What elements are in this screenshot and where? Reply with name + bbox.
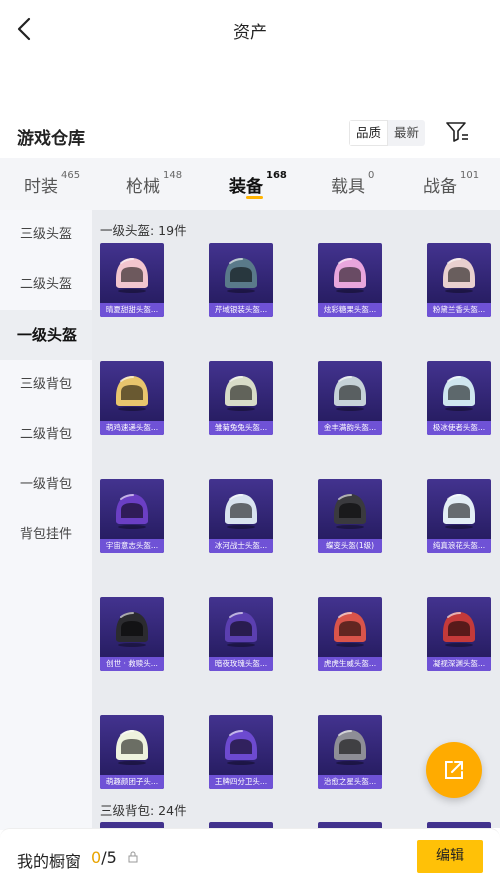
item-name: 创世 · 救赎头... — [100, 657, 164, 671]
filter-icon[interactable] — [445, 120, 469, 144]
sidebar-item-level2-backpack[interactable]: 二级背包 — [0, 410, 92, 460]
item-card[interactable]: 萌鸡速递头盔... — [100, 361, 164, 435]
section-header: 游戏仓库 品质 最新 — [0, 116, 500, 156]
helmet-icon — [443, 376, 475, 411]
helmet-icon — [116, 494, 148, 529]
item-card[interactable]: 粉黛兰香头盔... — [427, 243, 491, 317]
helmet-icon — [443, 494, 475, 529]
sort-newest-button[interactable]: 最新 — [388, 120, 425, 146]
item-name: 芹域银装头盔... — [209, 303, 273, 317]
item-name: 凝视深渊头盔... — [427, 657, 491, 671]
item-name: 治愈之星头盔... — [318, 775, 382, 789]
item-card[interactable]: 治愈之星头盔... — [318, 715, 382, 789]
item-card[interactable]: 萌趣颜团子头... — [100, 715, 164, 789]
item-card[interactable]: 蝶变头盔(1级) — [318, 479, 382, 553]
showcase-label: 我的橱窗 — [17, 852, 82, 871]
sidebar-item-level2-helmet[interactable]: 二级头盔 — [0, 260, 92, 310]
top-bar: 资产 — [0, 0, 500, 60]
item-card[interactable]: 极冰使者头盔... — [427, 361, 491, 435]
helmet-icon — [225, 612, 257, 647]
item-card[interactable]: 金丰满韵头盔... — [318, 361, 382, 435]
item-card[interactable]: 暗夜玫瑰头盔... — [209, 597, 273, 671]
item-name: 雏菊兔兔头盔... — [209, 421, 273, 435]
showcase-count: 0/5 — [91, 848, 117, 867]
sidebar-item-level1-backpack[interactable]: 一级背包 — [0, 460, 92, 510]
helmet-icon — [225, 494, 257, 529]
sidebar: 三级头盔 二级头盔 一级头盔 三级背包 二级背包 一级背包 背包挂件 — [0, 210, 92, 830]
showcase-bar: 我的橱窗 0/5 编辑 — [0, 828, 500, 886]
item-card[interactable]: 创世 · 救赎头... — [100, 597, 164, 671]
item-name: 冰河战士头盔... — [209, 539, 273, 553]
helmet-icon — [225, 376, 257, 411]
tab-combat-gear[interactable]: 战备101 — [423, 170, 479, 197]
item-card[interactable]: 宇宙意志头盔... — [100, 479, 164, 553]
share-icon — [445, 761, 463, 779]
active-tab-indicator — [246, 196, 263, 199]
item-card[interactable]: 王牌四分卫头... — [209, 715, 273, 789]
item-card[interactable]: 炫彩糖果头盔... — [318, 243, 382, 317]
sort-toggle: 品质 最新 — [349, 120, 426, 146]
item-name: 极冰使者头盔... — [427, 421, 491, 435]
page-title: 资产 — [233, 23, 267, 43]
item-name: 萌趣颜团子头... — [100, 775, 164, 789]
tab-vehicles[interactable]: 载具0 — [331, 170, 374, 197]
item-card[interactable]: 冰河战士头盔... — [209, 479, 273, 553]
helmet-icon — [334, 730, 366, 765]
helmet-icon — [225, 730, 257, 765]
item-card[interactable]: 纯真浪花头盔... — [427, 479, 491, 553]
tab-equipment[interactable]: 装备168 — [229, 170, 287, 197]
helmet-icon — [334, 258, 366, 293]
item-name: 金丰满韵头盔... — [318, 421, 382, 435]
helmet-icon — [116, 258, 148, 293]
helmet-icon — [116, 730, 148, 765]
section-title: 游戏仓库 — [17, 129, 85, 149]
helmet-icon — [116, 612, 148, 647]
item-name: 晴夏甜甜头盔... — [100, 303, 164, 317]
item-name: 粉黛兰香头盔... — [427, 303, 491, 317]
item-card[interactable]: 凝视深渊头盔... — [427, 597, 491, 671]
tab-fashion[interactable]: 时装465 — [24, 170, 80, 197]
item-name: 炫彩糖果头盔... — [318, 303, 382, 317]
category-tabs: 时装465 枪械148 装备168 载具0 战备101 — [0, 158, 500, 210]
item-name: 虎虎生威头盔... — [318, 657, 382, 671]
helmet-icon — [334, 376, 366, 411]
helmet-icon — [225, 258, 257, 293]
item-card[interactable]: 雏菊兔兔头盔... — [209, 361, 273, 435]
sidebar-item-level3-backpack[interactable]: 三级背包 — [0, 360, 92, 410]
item-card[interactable]: 芹域银装头盔... — [209, 243, 273, 317]
item-card[interactable]: 晴夏甜甜头盔... — [100, 243, 164, 317]
item-name: 王牌四分卫头... — [209, 775, 273, 789]
item-name: 蝶变头盔(1级) — [318, 539, 382, 553]
group-label-level3-backpack: 三级背包: 24件 — [100, 803, 187, 818]
share-button[interactable] — [426, 742, 482, 798]
item-card[interactable]: 虎虎生威头盔... — [318, 597, 382, 671]
helmet-icon — [334, 494, 366, 529]
helmet-icon — [443, 258, 475, 293]
helmet-icon — [116, 376, 148, 411]
sidebar-item-level1-helmet[interactable]: 一级头盔 — [0, 310, 92, 360]
item-name: 纯真浪花头盔... — [427, 539, 491, 553]
edit-button[interactable]: 编辑 — [417, 840, 483, 873]
tab-weapons[interactable]: 枪械148 — [126, 170, 182, 197]
helmet-icon — [443, 612, 475, 647]
sort-quality-button[interactable]: 品质 — [349, 120, 389, 146]
sidebar-item-backpack-charm[interactable]: 背包挂件 — [0, 510, 92, 560]
item-name: 暗夜玫瑰头盔... — [209, 657, 273, 671]
item-grid: 一级头盔: 19件 三级背包: 24件 晴夏甜甜头盔... 芹域银装头盔... 炫彩… — [92, 210, 500, 828]
helmet-icon — [334, 612, 366, 647]
group-label-level1-helmet: 一级头盔: 19件 — [100, 223, 187, 238]
item-name: 宇宙意志头盔... — [100, 539, 164, 553]
sidebar-item-level3-helmet[interactable]: 三级头盔 — [0, 210, 92, 260]
lock-icon — [128, 851, 138, 863]
item-name: 萌鸡速递头盔... — [100, 421, 164, 435]
